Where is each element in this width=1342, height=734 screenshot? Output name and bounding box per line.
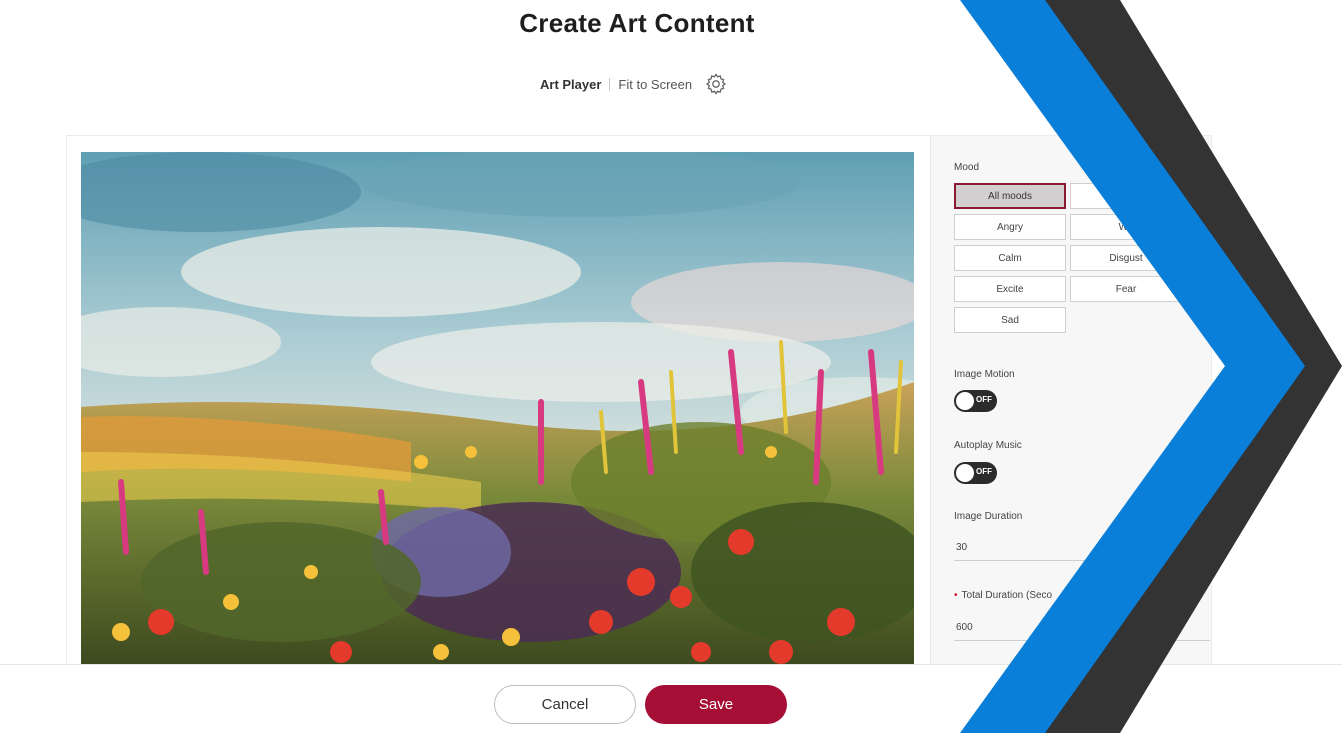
mood-fear[interactable]: Fear — [1070, 276, 1182, 302]
autoplay-music-label: Autoplay Music — [954, 440, 1022, 451]
mood-option[interactable] — [1070, 183, 1182, 209]
image-motion-toggle[interactable]: OFF — [954, 390, 997, 412]
mood-grid: All moods Angry Wo Calm Disgust Excite F… — [954, 183, 1182, 333]
total-duration-field[interactable]: 600 — [954, 615, 1210, 641]
fit-to-screen-link[interactable]: Fit to Screen — [618, 77, 692, 92]
art-preview-image — [81, 152, 914, 664]
total-duration-text: Total Duration (Seco — [961, 590, 1053, 601]
save-button[interactable]: Save — [645, 685, 787, 724]
divider — [609, 77, 611, 91]
mood-excite[interactable]: Excite — [954, 276, 1066, 302]
gear-icon[interactable] — [704, 72, 728, 96]
toggle-state: OFF — [976, 395, 992, 404]
mood-label: Mood — [954, 162, 980, 173]
toggle-state: OFF — [976, 467, 992, 476]
autoplay-music-toggle[interactable]: OFF — [954, 462, 997, 484]
mood-all-moods[interactable]: All moods — [954, 183, 1066, 209]
mood-option[interactable]: Wo — [1070, 214, 1182, 240]
page-title: Create Art Content — [519, 8, 755, 38]
mood-disgust[interactable]: Disgust — [1070, 245, 1182, 271]
total-duration-label: • Total Duration (Seco — [954, 590, 1052, 601]
art-player-label: Art Player — [540, 76, 602, 92]
cancel-button[interactable]: Cancel — [494, 685, 636, 724]
image-duration-field[interactable]: 30 — [954, 535, 1210, 561]
player-toolbar: Art Player Fit to Screen — [540, 72, 728, 96]
toggle-knob — [956, 464, 974, 482]
image-duration-label: Image Duration — [954, 511, 1023, 522]
mood-calm[interactable]: Calm — [954, 245, 1066, 271]
image-motion-label: Image Motion — [954, 369, 1015, 380]
mood-angry[interactable]: Angry — [954, 214, 1066, 240]
toggle-knob — [956, 392, 974, 410]
required-marker: • — [954, 590, 958, 601]
mood-sad[interactable]: Sad — [954, 307, 1066, 333]
